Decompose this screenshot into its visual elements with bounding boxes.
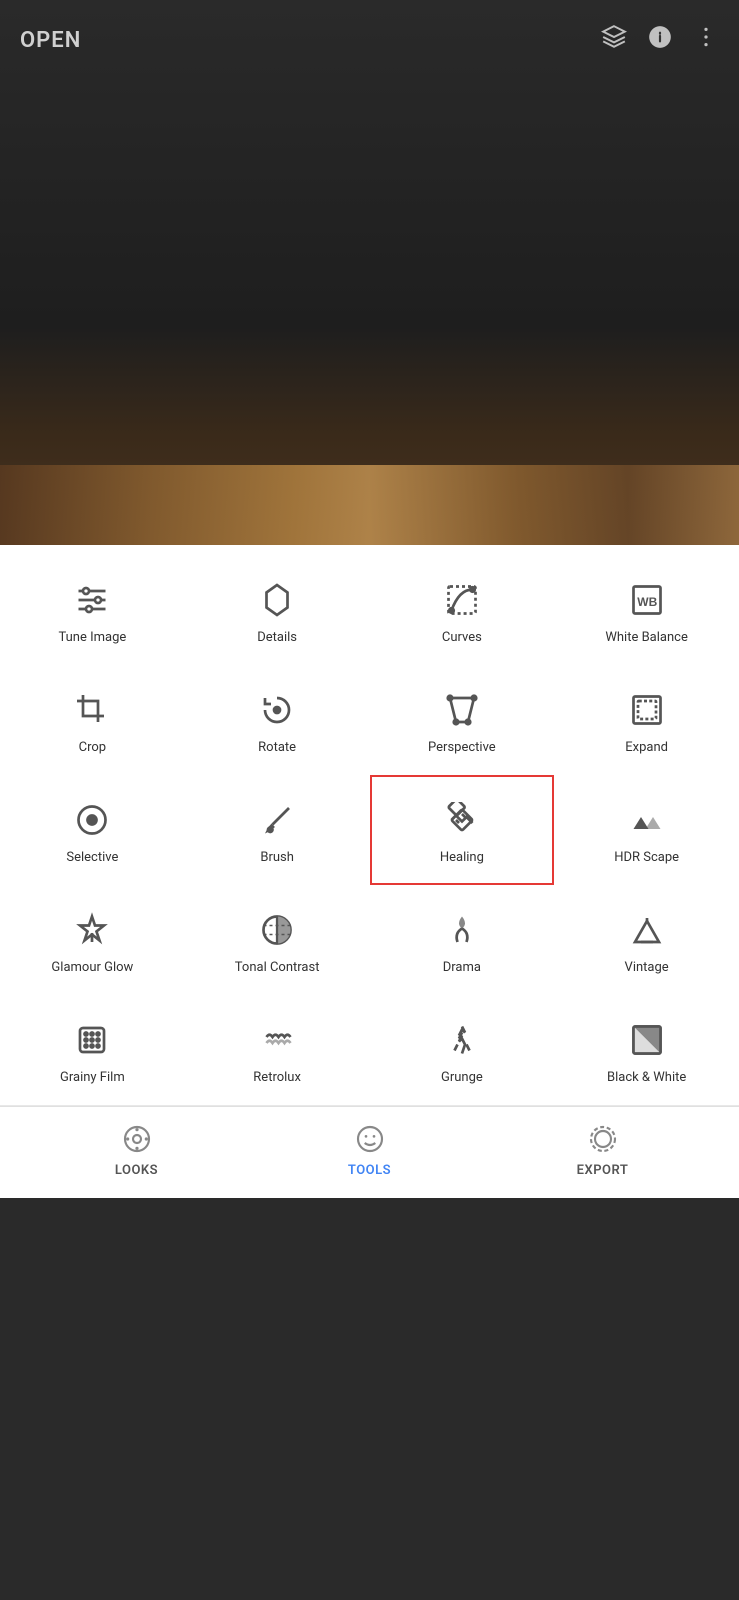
open-button[interactable]: OPEN <box>20 28 81 53</box>
tool-crop[interactable]: Crop <box>0 665 185 775</box>
perspective-icon <box>440 688 484 732</box>
tool-white-balance[interactable]: WB White Balance <box>554 555 739 665</box>
bottom-nav: LOOKS TOOLS EXPORT <box>0 1106 739 1198</box>
tool-grainy-film-label: Grainy Film <box>60 1070 125 1087</box>
tool-curves[interactable]: Curves <box>370 555 555 665</box>
glamour-icon <box>70 908 114 952</box>
top-bar: OPEN <box>0 0 739 72</box>
tool-brush[interactable]: Brush <box>185 775 370 885</box>
tools-panel: Tune Image Details Curves <box>0 545 739 1198</box>
tool-black-white[interactable]: Black & White <box>554 995 739 1105</box>
tool-healing-label: Healing <box>440 850 484 867</box>
tool-retrolux-label: Retrolux <box>253 1070 301 1087</box>
tool-perspective[interactable]: Perspective <box>370 665 555 775</box>
tool-tune-image[interactable]: Tune Image <box>0 555 185 665</box>
tool-tonal-contrast[interactable]: Tonal Contrast <box>185 885 370 995</box>
tool-white-balance-label: White Balance <box>605 630 688 647</box>
face-circle-icon <box>350 1119 390 1159</box>
nav-tools[interactable]: TOOLS <box>253 1119 486 1178</box>
rotate-icon <box>255 688 299 732</box>
tool-details[interactable]: Details <box>185 555 370 665</box>
tool-curves-label: Curves <box>442 630 482 647</box>
retrolux-icon <box>255 1018 299 1062</box>
vintage-icon <box>625 908 669 952</box>
nav-export[interactable]: EXPORT <box>486 1119 719 1178</box>
top-bar-actions <box>601 24 719 56</box>
nav-looks-label: LOOKS <box>115 1163 158 1178</box>
tool-details-label: Details <box>257 630 297 647</box>
grunge-icon <box>440 1018 484 1062</box>
hdr-icon <box>625 798 669 842</box>
tool-drama[interactable]: Drama <box>370 885 555 995</box>
tool-crop-label: Crop <box>79 740 106 757</box>
tool-expand-label: Expand <box>625 740 668 757</box>
grainy-icon <box>70 1018 114 1062</box>
tool-vintage-label: Vintage <box>625 960 669 977</box>
film-reel-icon <box>117 1119 157 1159</box>
tool-black-white-label: Black & White <box>607 1070 686 1087</box>
image-preview-area <box>0 0 739 545</box>
nav-looks[interactable]: LOOKS <box>20 1119 253 1178</box>
expand-icon <box>625 688 669 732</box>
tool-rotate[interactable]: Rotate <box>185 665 370 775</box>
bw-icon <box>625 1018 669 1062</box>
tonal-icon <box>255 908 299 952</box>
tool-brush-label: Brush <box>260 850 294 867</box>
tool-vintage[interactable]: Vintage <box>554 885 739 995</box>
tool-healing[interactable]: Healing <box>370 775 555 885</box>
brush-icon <box>255 798 299 842</box>
layers-icon[interactable] <box>601 24 627 56</box>
tool-tonal-contrast-label: Tonal Contrast <box>235 960 320 977</box>
wb-icon: WB <box>625 578 669 622</box>
crop-icon <box>70 688 114 732</box>
more-vert-icon[interactable] <box>693 24 719 56</box>
nav-export-label: EXPORT <box>577 1163 629 1178</box>
tools-grid: Tune Image Details Curves <box>0 555 739 1105</box>
tool-grunge-label: Grunge <box>441 1070 483 1087</box>
tool-rotate-label: Rotate <box>258 740 296 757</box>
tool-selective[interactable]: Selective <box>0 775 185 885</box>
sliders-icon <box>70 578 114 622</box>
image-thumbnail <box>0 465 739 545</box>
tool-selective-label: Selective <box>66 850 118 867</box>
tool-retrolux[interactable]: Retrolux <box>185 995 370 1105</box>
healing-icon <box>440 798 484 842</box>
selective-icon <box>70 798 114 842</box>
svg-text:WB: WB <box>637 595 657 609</box>
tool-hdr-scape[interactable]: HDR Scape <box>554 775 739 885</box>
drama-icon <box>440 908 484 952</box>
nav-tools-label: TOOLS <box>348 1163 391 1178</box>
tool-perspective-label: Perspective <box>428 740 496 757</box>
tool-glamour-glow-label: Glamour Glow <box>51 960 133 977</box>
curves-icon <box>440 578 484 622</box>
details-icon <box>255 578 299 622</box>
tool-grainy-film[interactable]: Grainy Film <box>0 995 185 1105</box>
tool-tune-image-label: Tune Image <box>58 630 126 647</box>
tool-grunge[interactable]: Grunge <box>370 995 555 1105</box>
tool-glamour-glow[interactable]: Glamour Glow <box>0 885 185 995</box>
tool-expand[interactable]: Expand <box>554 665 739 775</box>
info-icon[interactable] <box>647 24 673 56</box>
tool-hdr-scape-label: HDR Scape <box>614 850 679 867</box>
share-circle-icon <box>583 1119 623 1159</box>
tool-drama-label: Drama <box>443 960 481 977</box>
